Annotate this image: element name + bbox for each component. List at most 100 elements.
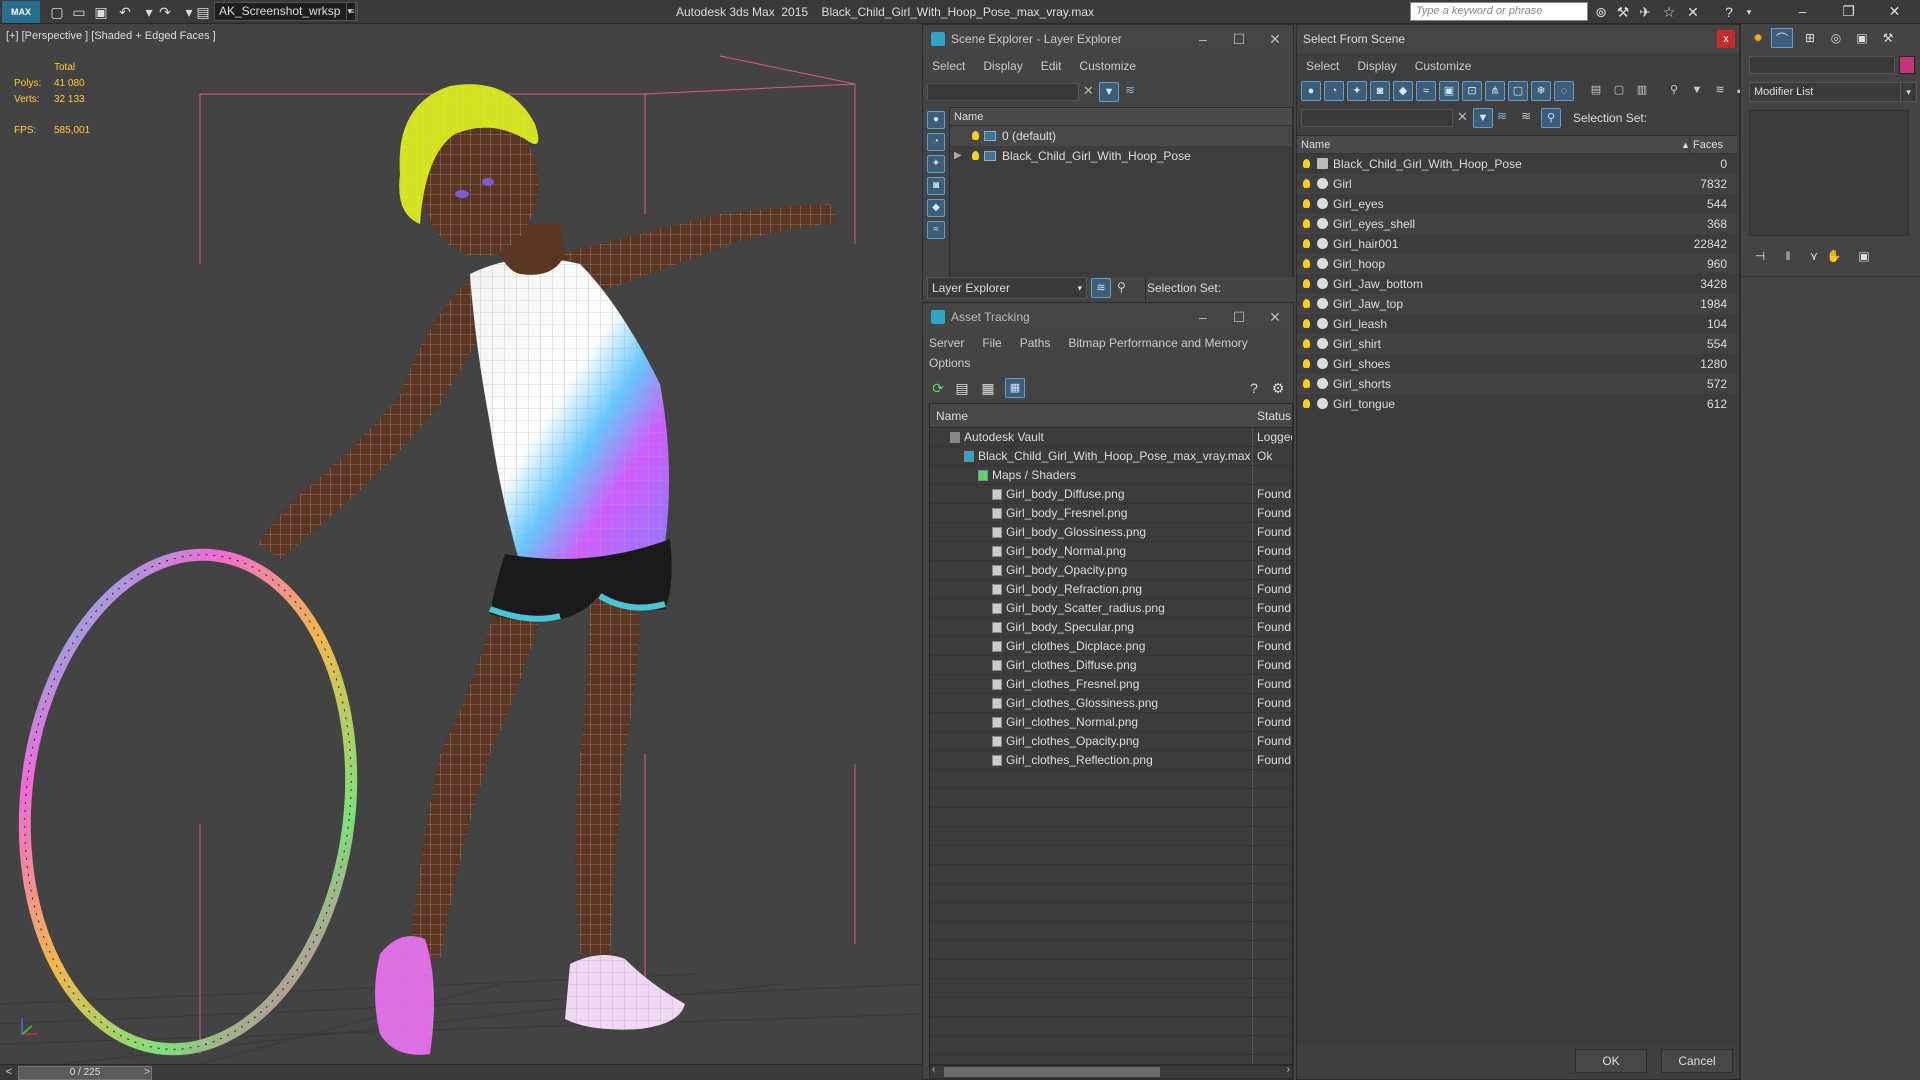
close-window-button[interactable]: ✕ bbox=[1872, 0, 1917, 24]
display-cameras-icon[interactable]: ◙ bbox=[927, 177, 945, 195]
asset-row[interactable]: Girl_body_Opacity.png Found bbox=[930, 561, 1292, 580]
asset-row[interactable]: Autodesk Vault Logged bbox=[930, 428, 1292, 447]
object-row[interactable]: Girl_Jaw_bottom 3428 bbox=[1297, 274, 1737, 294]
select-all-filter-icon[interactable]: ▤ bbox=[1586, 81, 1606, 101]
cancel-button[interactable]: Cancel bbox=[1661, 1049, 1733, 1073]
list-view-icon[interactable]: ▤ bbox=[953, 379, 971, 397]
workspace-select[interactable]: AK_Screenshot_wrksp ▾ bbox=[214, 2, 356, 21]
object-row[interactable]: Girl_hair001 22842 bbox=[1297, 234, 1737, 254]
close-icon[interactable]: ✕ bbox=[1257, 303, 1293, 331]
asset-row[interactable]: Girl_body_Specular.png Found bbox=[930, 618, 1292, 637]
layer-toggle-icon[interactable]: ≋ bbox=[1091, 278, 1111, 298]
asset-row[interactable]: Girl_body_Refraction.png Found bbox=[930, 580, 1292, 599]
asset-row[interactable]: Girl_body_Fresnel.png Found bbox=[930, 504, 1292, 523]
cameras-filter-icon[interactable]: ◙ bbox=[1370, 81, 1390, 101]
xrefs-filter-icon[interactable]: ⊡ bbox=[1462, 81, 1482, 101]
layer-row[interactable]: ▶ Black_Child_Girl_With_Hoop_Pose bbox=[950, 146, 1292, 166]
layer-list-header[interactable]: Name bbox=[950, 108, 1292, 126]
scroll-left-icon[interactable]: ‹ bbox=[932, 1064, 935, 1075]
minimize-icon[interactable]: – bbox=[1185, 303, 1221, 331]
modifier-stack[interactable] bbox=[1749, 110, 1909, 236]
layer-visible-bulb-icon[interactable] bbox=[972, 131, 979, 140]
display-children-filter-icon[interactable]: ⚲ bbox=[1664, 81, 1684, 101]
visibility-bulb-icon[interactable] bbox=[1303, 239, 1310, 248]
display-warps-icon[interactable]: ≈ bbox=[927, 221, 945, 239]
save-icon[interactable]: ▣ bbox=[92, 3, 110, 21]
asset-row[interactable]: Girl_clothes_Diffuse.png Found bbox=[930, 656, 1292, 675]
menu-customize[interactable]: Customize bbox=[1406, 55, 1481, 77]
select-none-filter-icon[interactable]: ▢ bbox=[1609, 81, 1629, 101]
scroll-right-icon[interactable]: › bbox=[1287, 1064, 1290, 1075]
redo-icon[interactable]: ↷ bbox=[156, 3, 174, 21]
filter-filter-icon[interactable]: ▼ bbox=[1687, 81, 1707, 101]
remove-modifier-icon[interactable]: ✋ bbox=[1823, 246, 1845, 266]
help-dropdown-icon[interactable]: ▾ bbox=[1740, 3, 1758, 21]
filter-options-icon[interactable]: ≋ bbox=[1497, 109, 1507, 123]
visibility-bulb-icon[interactable] bbox=[1303, 319, 1310, 328]
pin-stack-icon[interactable]: ⊣ bbox=[1749, 246, 1771, 266]
make-unique-icon[interactable]: ⋎ bbox=[1803, 246, 1825, 266]
visibility-bulb-icon[interactable] bbox=[1303, 299, 1310, 308]
communication-icon[interactable]: ✈ bbox=[1636, 3, 1654, 21]
undo-icon[interactable]: ↶ bbox=[116, 3, 134, 21]
asset-row[interactable]: Girl_clothes_Opacity.png Found bbox=[930, 732, 1292, 751]
menu-select[interactable]: Select bbox=[923, 55, 974, 77]
object-name-input[interactable] bbox=[1749, 56, 1895, 74]
asset-tracking-titlebar[interactable]: Asset Tracking – ☐ ✕ bbox=[923, 303, 1293, 331]
clear-search-icon[interactable]: ✕ bbox=[1457, 109, 1468, 125]
prev-frame-button[interactable]: < bbox=[2, 1065, 16, 1080]
minimize-window-button[interactable]: – bbox=[1780, 0, 1825, 24]
help-icon[interactable]: ? bbox=[1720, 3, 1738, 21]
object-row[interactable]: Girl_shoes 1280 bbox=[1297, 354, 1737, 374]
asset-row[interactable]: Girl_clothes_Dicplace.png Found bbox=[930, 637, 1292, 656]
select-from-scene-titlebar[interactable]: Select From Scene x bbox=[1297, 25, 1739, 53]
menu-customize[interactable]: Customize bbox=[1070, 55, 1145, 77]
object-row[interactable]: Girl_leash 104 bbox=[1297, 314, 1737, 334]
binoculars-icon[interactable]: ⊚ bbox=[1592, 3, 1610, 21]
visibility-bulb-icon[interactable] bbox=[1303, 179, 1310, 188]
show-end-result-icon[interactable]: ‖ bbox=[1777, 246, 1799, 266]
refresh-icon[interactable]: ⟳ bbox=[929, 379, 947, 397]
utilities-tab-icon[interactable]: ⚒ bbox=[1877, 28, 1899, 48]
helpers-filter-icon[interactable]: ◆ bbox=[1393, 81, 1413, 101]
hierarchy-icon[interactable]: ⚲ bbox=[1117, 280, 1126, 294]
col-name-header[interactable]: Name bbox=[1301, 139, 1330, 151]
scene-explorer-search-input[interactable] bbox=[927, 83, 1079, 101]
asset-row[interactable]: Girl_body_Glossiness.png Found bbox=[930, 523, 1292, 542]
object-row[interactable]: Girl_eyes 544 bbox=[1297, 194, 1737, 214]
visibility-bulb-icon[interactable] bbox=[1303, 339, 1310, 348]
display-shapes-icon[interactable]: ◔ bbox=[927, 133, 945, 151]
object-row[interactable]: Girl_shorts 572 bbox=[1297, 374, 1737, 394]
object-row[interactable]: Girl_shirt 554 bbox=[1297, 334, 1737, 354]
display-influences-filter-icon[interactable]: ≋ bbox=[1710, 81, 1730, 101]
shapes-filter-icon[interactable]: ◔ bbox=[1324, 81, 1344, 101]
hidden-filter-icon[interactable]: ◌ bbox=[1554, 81, 1574, 101]
display-tab-icon[interactable]: ▣ bbox=[1851, 28, 1873, 48]
menu-display[interactable]: Display bbox=[1348, 55, 1405, 77]
object-row[interactable]: Girl_Jaw_top 1984 bbox=[1297, 294, 1737, 314]
clear-search-icon[interactable]: ✕ bbox=[1083, 83, 1094, 99]
col-name-header[interactable]: Name bbox=[936, 404, 968, 428]
modifier-list-select[interactable]: Modifier List ▾ bbox=[1749, 82, 1917, 102]
asset-row[interactable]: Girl_clothes_Glossiness.png Found bbox=[930, 694, 1292, 713]
col-faces-header[interactable]: Faces bbox=[1693, 136, 1723, 154]
bones-filter-icon[interactable]: ⋔ bbox=[1485, 81, 1505, 101]
frozen-filter-icon[interactable]: ❄ bbox=[1531, 81, 1551, 101]
select-search-input[interactable] bbox=[1301, 109, 1453, 127]
asset-row[interactable]: Girl_clothes_Fresnel.png Found bbox=[930, 675, 1292, 694]
workspace-menu-button[interactable]: ≡ bbox=[346, 2, 358, 21]
visibility-bulb-icon[interactable] bbox=[1303, 399, 1310, 408]
menu-bitmap-performance[interactable]: Bitmap Performance and Memory bbox=[1059, 333, 1256, 353]
horizontal-scrollbar[interactable]: ‹ › bbox=[929, 1064, 1293, 1079]
filter-icon[interactable]: ▼ bbox=[1099, 82, 1119, 102]
time-slider[interactable]: 0 / 225 bbox=[18, 1066, 152, 1080]
invert-selection-filter-icon[interactable]: ▥ bbox=[1632, 81, 1652, 101]
search-input[interactable]: Type a keyword or phrase bbox=[1410, 2, 1588, 21]
filter-options-icon[interactable]: ≋ bbox=[1125, 83, 1135, 97]
favorites-star-icon[interactable]: ☆ bbox=[1660, 3, 1678, 21]
maximize-icon[interactable]: ☐ bbox=[1221, 303, 1257, 331]
object-row[interactable]: Girl_hoop 960 bbox=[1297, 254, 1737, 274]
open-file-icon[interactable]: ▭ bbox=[70, 3, 88, 21]
create-tab-icon[interactable]: ✹ bbox=[1747, 28, 1769, 48]
help-icon[interactable]: ? bbox=[1245, 379, 1263, 397]
